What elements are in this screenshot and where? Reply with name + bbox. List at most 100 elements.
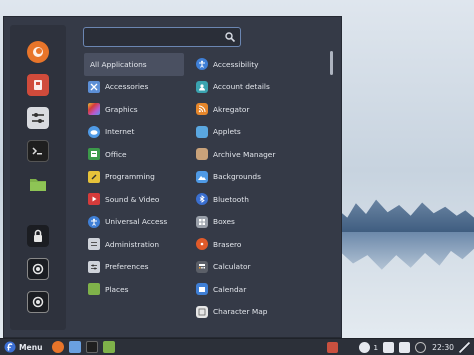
category-label: Graphics (105, 104, 138, 114)
application-menu: All Applications Accessories Graphics In… (3, 16, 342, 338)
character-map-icon (196, 305, 208, 318)
files-icon[interactable] (102, 341, 115, 353)
category-label: Administration (105, 239, 160, 249)
calculator-icon (196, 260, 208, 273)
update-count: 1 (373, 343, 379, 352)
category-label: Sound & Video (105, 194, 160, 204)
app-label: Backgrounds (213, 172, 261, 182)
category-administration[interactable]: Administration (84, 233, 184, 256)
app-label: Accessibility (213, 59, 259, 69)
app-calendar[interactable]: Calendar (194, 278, 324, 301)
search-icon (225, 32, 236, 43)
category-all-applications[interactable]: All Applications (84, 53, 184, 76)
app-applets[interactable]: Applets (194, 121, 324, 144)
internet-icon (88, 125, 100, 138)
app-indicator-icon[interactable] (327, 342, 339, 353)
category-label: Office (105, 149, 127, 159)
category-label: Preferences (105, 262, 149, 272)
text-editor-icon[interactable] (68, 341, 81, 353)
brasero-icon (196, 238, 208, 251)
app-label: Akregator (213, 104, 250, 114)
notifications-icon[interactable] (415, 342, 427, 353)
app-bluetooth[interactable]: Bluetooth (194, 188, 324, 211)
category-office[interactable]: Office (84, 143, 184, 166)
app-backgrounds[interactable]: Backgrounds (194, 166, 324, 189)
search-box[interactable] (83, 27, 241, 47)
calendar-icon (196, 283, 208, 296)
programming-icon (88, 170, 100, 183)
app-label: Archive Manager (213, 149, 276, 159)
application-list: Accessibility Account details Akregator … (194, 53, 324, 323)
menu-button[interactable]: Menu (0, 339, 47, 355)
category-label: Accessories (105, 82, 149, 92)
app-accessibility[interactable]: Accessibility (194, 53, 324, 76)
category-universal-access[interactable]: Universal Access (84, 211, 184, 234)
favorites-bar (10, 25, 66, 330)
app-boxes[interactable]: Boxes (194, 211, 324, 234)
app-akregator[interactable]: Akregator (194, 98, 324, 121)
files-icon[interactable] (27, 173, 49, 195)
app-archive-manager[interactable]: Archive Manager (194, 143, 324, 166)
category-label: All Applications (90, 59, 147, 69)
category-internet[interactable]: Internet (84, 121, 184, 144)
app-list-scrollbar[interactable] (330, 51, 333, 75)
category-places[interactable]: Places (84, 278, 184, 301)
akregator-icon (196, 103, 208, 116)
places-icon (88, 283, 100, 296)
volume-icon[interactable] (399, 342, 411, 353)
distro-logo-icon (4, 341, 16, 353)
category-sound-video[interactable]: Sound & Video (84, 188, 184, 211)
system-tray: 1 22:30 (322, 341, 470, 354)
category-label: Programming (105, 172, 155, 182)
logout-icon[interactable] (27, 258, 49, 280)
administration-icon (88, 238, 100, 251)
update-manager-icon[interactable] (359, 342, 371, 353)
category-label: Places (105, 284, 129, 294)
terminal-icon[interactable] (85, 341, 98, 353)
lock-screen-icon[interactable] (27, 225, 49, 247)
office-icon (88, 148, 100, 161)
sound-video-icon (88, 193, 100, 206)
app-label: Bluetooth (213, 194, 249, 204)
terminal-icon[interactable] (27, 140, 49, 162)
search-input[interactable] (84, 28, 222, 46)
preferences-icon (88, 260, 100, 273)
boxes-icon (196, 215, 208, 228)
account-details-icon (196, 80, 208, 93)
desktop-wallpaper-trees (330, 199, 474, 232)
app-character-map[interactable]: Character Map (194, 301, 324, 324)
archive-manager-icon (196, 148, 208, 161)
category-list: All Applications Accessories Graphics In… (84, 53, 184, 301)
show-desktop-icon[interactable] (459, 342, 470, 353)
app-label: Calculator (213, 262, 251, 272)
accessibility-icon (196, 58, 208, 71)
network-icon[interactable] (343, 342, 355, 353)
app-label: Account details (213, 82, 270, 92)
firefox-icon[interactable] (51, 341, 64, 353)
app-account-details[interactable]: Account details (194, 76, 324, 99)
backgrounds-icon (196, 170, 208, 183)
app-label: Calendar (213, 284, 247, 294)
bluetooth-icon (196, 193, 208, 206)
power-icon[interactable] (27, 291, 49, 313)
keyboard-layout-icon[interactable] (383, 342, 395, 353)
taskbar: Menu 1 22:30 (0, 338, 474, 355)
app-label: Boxes (213, 217, 235, 227)
category-programming[interactable]: Programming (84, 166, 184, 189)
menu-label: Menu (19, 342, 43, 352)
category-preferences[interactable]: Preferences (84, 256, 184, 279)
accessories-icon (88, 80, 100, 93)
app-brasero[interactable]: Brasero (194, 233, 324, 256)
universal-access-icon (88, 215, 100, 228)
graphics-icon (88, 103, 100, 116)
category-label: Universal Access (105, 217, 168, 227)
app-calculator[interactable]: Calculator (194, 256, 324, 279)
app-label: Brasero (213, 239, 242, 249)
software-manager-icon[interactable] (27, 74, 49, 96)
desktop-wallpaper-reflection (330, 232, 474, 270)
category-accessories[interactable]: Accessories (84, 76, 184, 99)
category-graphics[interactable]: Graphics (84, 98, 184, 121)
settings-icon[interactable] (27, 107, 49, 129)
clock[interactable]: 22:30 (432, 343, 454, 352)
firefox-icon[interactable] (27, 41, 49, 63)
